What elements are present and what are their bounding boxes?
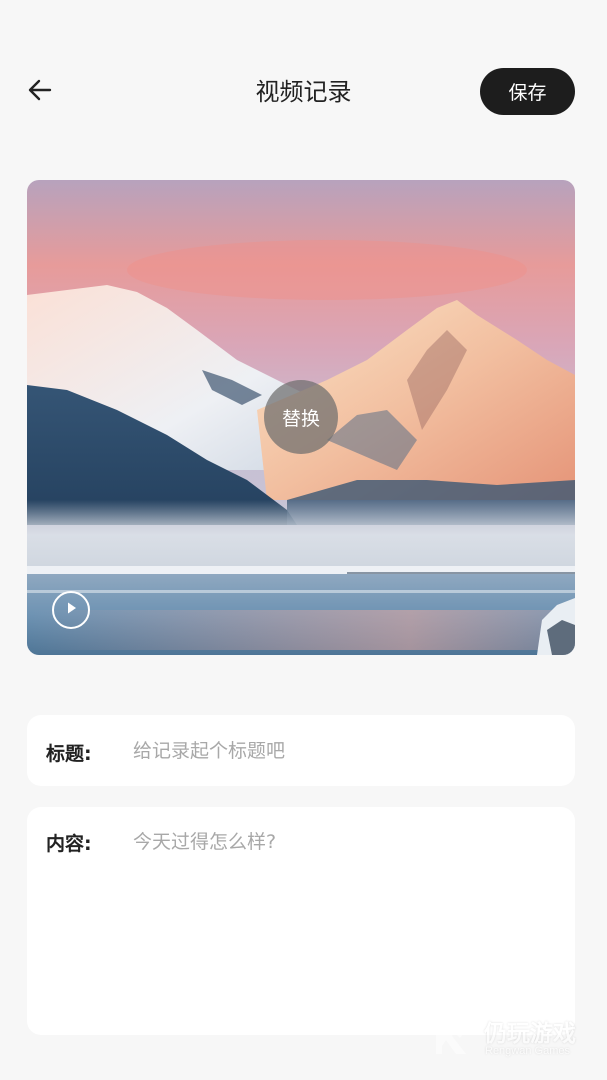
video-preview[interactable]: 替换 — [27, 180, 575, 655]
content-label: 内容: — [46, 833, 92, 855]
content-textarea[interactable] — [133, 827, 557, 1017]
watermark: 仍玩游戏 Rengwan Games — [432, 1012, 592, 1062]
save-button[interactable]: 保存 — [480, 68, 575, 115]
watermark-brand-en: Rengwan Games — [485, 1045, 570, 1057]
title-input[interactable] — [133, 737, 557, 765]
watermark-brand: 仍玩游戏 — [484, 1021, 576, 1047]
title-label: 标题: — [46, 743, 92, 765]
play-icon — [63, 600, 79, 620]
video-record-page: 视频记录 保存 替换 标题: 给记录起个标题吧 内容: 今天过得怎么样? 仍玩游… — [0, 0, 607, 1080]
title-field: 标题: — [27, 715, 575, 786]
brand-logo-icon — [432, 1016, 478, 1062]
play-button[interactable] — [52, 591, 90, 629]
replace-button[interactable]: 替换 — [264, 380, 338, 454]
content-field: 内容: — [27, 807, 575, 1035]
